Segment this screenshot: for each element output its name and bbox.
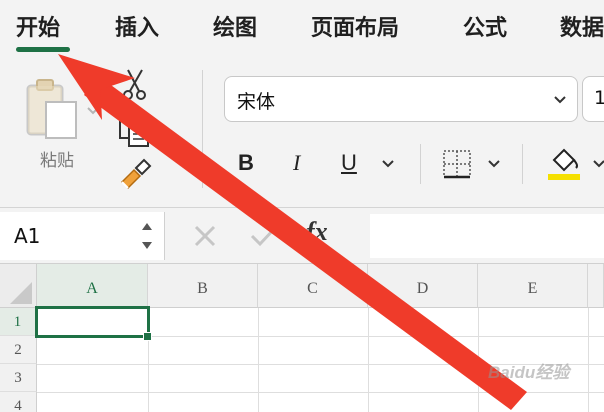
gridline xyxy=(478,308,479,412)
stepper-icon[interactable] xyxy=(140,218,154,254)
ribbon-separator xyxy=(522,144,523,184)
chevron-down-icon[interactable] xyxy=(487,159,501,169)
ribbon-separator xyxy=(420,144,421,184)
column-header-e[interactable]: E xyxy=(478,264,588,308)
gridline xyxy=(588,308,589,412)
formula-bar: A1 fx xyxy=(0,208,604,264)
formula-input[interactable] xyxy=(370,214,604,258)
tab-formulas[interactable]: 公式 xyxy=(463,10,507,42)
menu-tab-bar: 开始 插入 绘图 页面布局 公式 数据 xyxy=(0,0,604,58)
tab-insert[interactable]: 插入 xyxy=(115,10,159,42)
fill-color-icon[interactable] xyxy=(546,144,586,182)
select-all-corner[interactable] xyxy=(0,264,37,308)
format-painter-icon[interactable] xyxy=(118,156,154,190)
paste-button[interactable]: 粘贴 xyxy=(22,72,102,172)
scissors-icon[interactable] xyxy=(120,68,150,102)
copy-icon[interactable] xyxy=(118,112,152,148)
confirm-icon[interactable] xyxy=(250,224,278,248)
column-header-a[interactable]: A xyxy=(37,264,148,308)
clipboard-icon xyxy=(26,79,99,139)
insert-function-button[interactable]: fx xyxy=(306,217,328,247)
underline-button[interactable]: U xyxy=(341,150,357,176)
gridline xyxy=(258,308,259,412)
font-size-select[interactable]: 1 xyxy=(582,76,604,122)
ribbon: 粘贴 宋体 1 B I U xyxy=(0,58,604,208)
gridline xyxy=(37,392,604,393)
row-header-2[interactable]: 2 xyxy=(0,336,37,364)
column-header-next[interactable] xyxy=(588,264,604,308)
name-box-value: A1 xyxy=(14,224,41,248)
tab-data[interactable]: 数据 xyxy=(560,10,604,42)
italic-button[interactable]: I xyxy=(293,150,300,176)
borders-icon[interactable] xyxy=(442,149,472,179)
column-header-b[interactable]: B xyxy=(148,264,258,308)
tab-draw[interactable]: 绘图 xyxy=(213,10,257,42)
chevron-down-icon[interactable] xyxy=(381,159,395,169)
paste-label: 粘贴 xyxy=(40,151,74,171)
fill-handle[interactable] xyxy=(143,332,152,341)
gridline xyxy=(368,308,369,412)
bold-button[interactable]: B xyxy=(238,150,254,176)
select-all-triangle-icon xyxy=(10,282,32,304)
chevron-down-icon[interactable] xyxy=(592,159,604,169)
cancel-icon[interactable] xyxy=(193,224,217,248)
tab-home[interactable]: 开始 xyxy=(16,10,60,42)
tab-page-layout[interactable]: 页面布局 xyxy=(311,10,399,42)
font-name-select[interactable]: 宋体 xyxy=(224,76,578,122)
active-tab-indicator xyxy=(16,47,70,52)
font-name-value: 宋体 xyxy=(237,91,276,113)
chevron-down-icon xyxy=(554,96,566,104)
column-header-d[interactable]: D xyxy=(368,264,478,308)
selected-cell-a1[interactable] xyxy=(35,306,150,338)
column-header-c[interactable]: C xyxy=(258,264,368,308)
row-header-1[interactable]: 1 xyxy=(0,308,37,336)
ribbon-separator xyxy=(202,70,203,188)
name-box[interactable]: A1 xyxy=(0,212,165,260)
row-header-3[interactable]: 3 xyxy=(0,364,37,392)
row-header-4[interactable]: 4 xyxy=(0,392,37,412)
watermark: Baidu经验 xyxy=(488,363,570,382)
worksheet-grid: A B C D E 1 2 3 4 xyxy=(0,264,604,412)
font-size-value: 1 xyxy=(594,87,604,109)
